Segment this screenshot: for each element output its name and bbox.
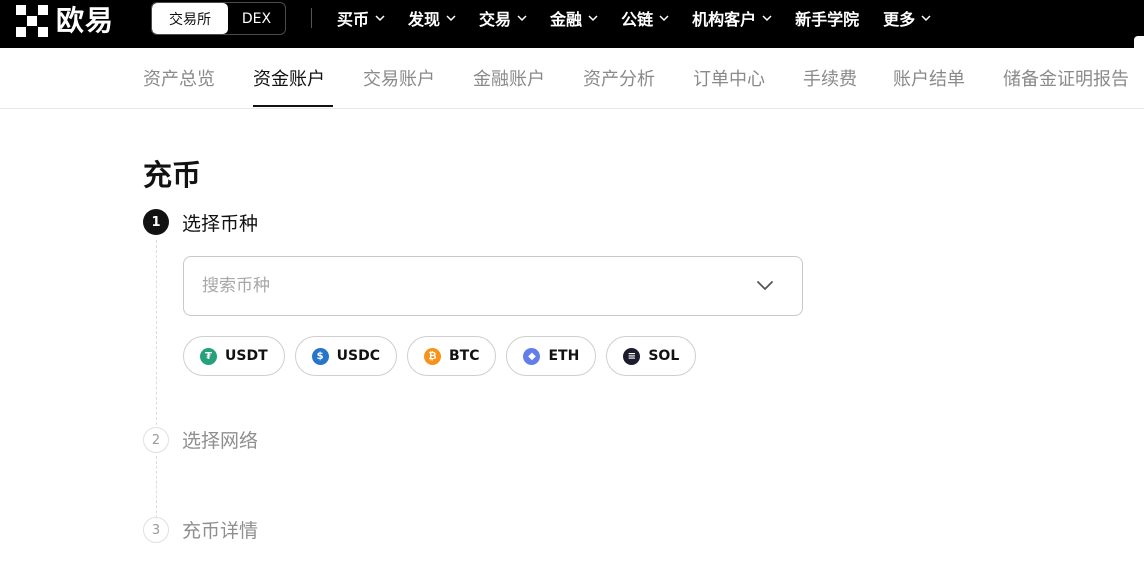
ethereum-icon: ◆	[523, 347, 541, 365]
active-tab-underline	[253, 105, 333, 107]
dex-mode-button[interactable]: DEX	[228, 3, 285, 34]
nav-item-2[interactable]: 交易	[479, 6, 527, 30]
step-3-label: 充币详情	[182, 520, 259, 542]
step-connector-line	[156, 240, 157, 425]
chevron-down-icon	[757, 281, 773, 290]
nav-item-label: 买币	[337, 10, 370, 29]
quick-coin-list: ₮ USDT $ USDC ₿ BTC ◆ ETH ≡ SOL	[183, 336, 706, 376]
exchange-mode-button[interactable]: 交易所	[152, 3, 228, 34]
nav-item-7[interactable]: 更多	[883, 6, 931, 30]
subnav-tab-0[interactable]: 资产总览	[143, 65, 215, 91]
coin-chip-eth[interactable]: ◆ ETH	[506, 336, 597, 376]
step-connector-line	[156, 456, 157, 518]
nav-item-label: 发现	[408, 10, 441, 29]
step-2-badge: 2	[143, 427, 169, 453]
step-1-badge: 1	[143, 209, 169, 235]
subnav-tab-8[interactable]: 储备金证明报告	[1003, 65, 1129, 91]
nav-divider	[311, 8, 312, 28]
nav-item-label: 机构客户	[692, 10, 757, 29]
chevron-down-icon	[762, 15, 772, 22]
assets-subnav: 资产总览 资金账户 交易账户 金融账户 资产分析 订单中心 手续费 账户结单 储备金证明报告	[0, 48, 1144, 109]
coin-chip-btc[interactable]: ₿ BTC	[406, 336, 497, 376]
chevron-down-icon	[921, 15, 931, 22]
brand-logo[interactable]: 欧易	[16, 5, 114, 37]
okx-logo-icon	[16, 5, 48, 37]
window-edge	[1134, 36, 1144, 48]
chevron-down-icon	[588, 15, 598, 22]
subnav-tab-2[interactable]: 交易账户	[363, 65, 435, 91]
nav-item-label: 交易	[479, 10, 512, 29]
step-3-badge: 3	[143, 517, 169, 543]
bitcoin-icon: ₿	[423, 347, 441, 365]
tether-icon: ₮	[200, 347, 217, 365]
coin-chip-label: USDC	[336, 348, 380, 364]
coin-chip-usdt[interactable]: ₮ USDT	[183, 336, 285, 376]
usdc-icon: $	[311, 347, 329, 365]
subnav-tab-3[interactable]: 金融账户	[473, 65, 545, 91]
subnav-tab-4[interactable]: 资产分析	[583, 65, 655, 91]
nav-item-label: 金融	[550, 10, 583, 29]
subnav-tab-1[interactable]: 资金账户	[253, 65, 325, 91]
coin-chip-label: BTC	[448, 348, 480, 364]
brand-name: 欧易	[56, 4, 115, 37]
coin-search-input[interactable]	[202, 271, 722, 301]
nav-item-4[interactable]: 公链	[621, 6, 669, 30]
coin-search-select[interactable]	[183, 256, 803, 316]
coin-chip-label: SOL	[648, 348, 680, 364]
nav-item-label: 公链	[621, 10, 654, 29]
page-title: 充币	[143, 158, 202, 192]
step-2-label: 选择网络	[182, 430, 259, 452]
subnav-tab-7[interactable]: 账户结单	[893, 65, 965, 91]
exchange-dex-switch: 交易所 DEX	[151, 2, 286, 35]
chevron-down-icon	[659, 15, 669, 22]
chevron-down-icon	[517, 15, 527, 22]
nav-item-3[interactable]: 金融	[550, 6, 598, 30]
solana-icon: ≡	[623, 347, 641, 365]
nav-item-6[interactable]: 新手学院	[795, 6, 859, 30]
coin-chip-label: ETH	[548, 348, 580, 364]
nav-item-1[interactable]: 发现	[408, 6, 456, 30]
subnav-tab-5[interactable]: 订单中心	[693, 65, 765, 91]
main-nav: 买币 发现 交易 金融 公链 机构客户 新手学院 更多	[337, 0, 954, 36]
subnav-tab-6[interactable]: 手续费	[803, 65, 857, 91]
nav-item-5[interactable]: 机构客户	[692, 6, 772, 30]
step-1-label: 选择币种	[182, 213, 259, 235]
chevron-down-icon	[375, 15, 385, 22]
nav-item-label: 更多	[883, 10, 916, 29]
chevron-down-icon	[446, 15, 456, 22]
nav-item-label: 新手学院	[795, 10, 860, 29]
top-navigation-bar: 欧易 交易所 DEX 买币 发现 交易 金融 公链 机构客户 新手学院 更多	[0, 0, 1144, 48]
coin-chip-sol[interactable]: ≡ SOL	[606, 336, 697, 376]
coin-chip-label: USDT	[225, 348, 268, 364]
nav-item-0[interactable]: 买币	[337, 6, 385, 30]
coin-chip-usdc[interactable]: $ USDC	[294, 336, 397, 376]
